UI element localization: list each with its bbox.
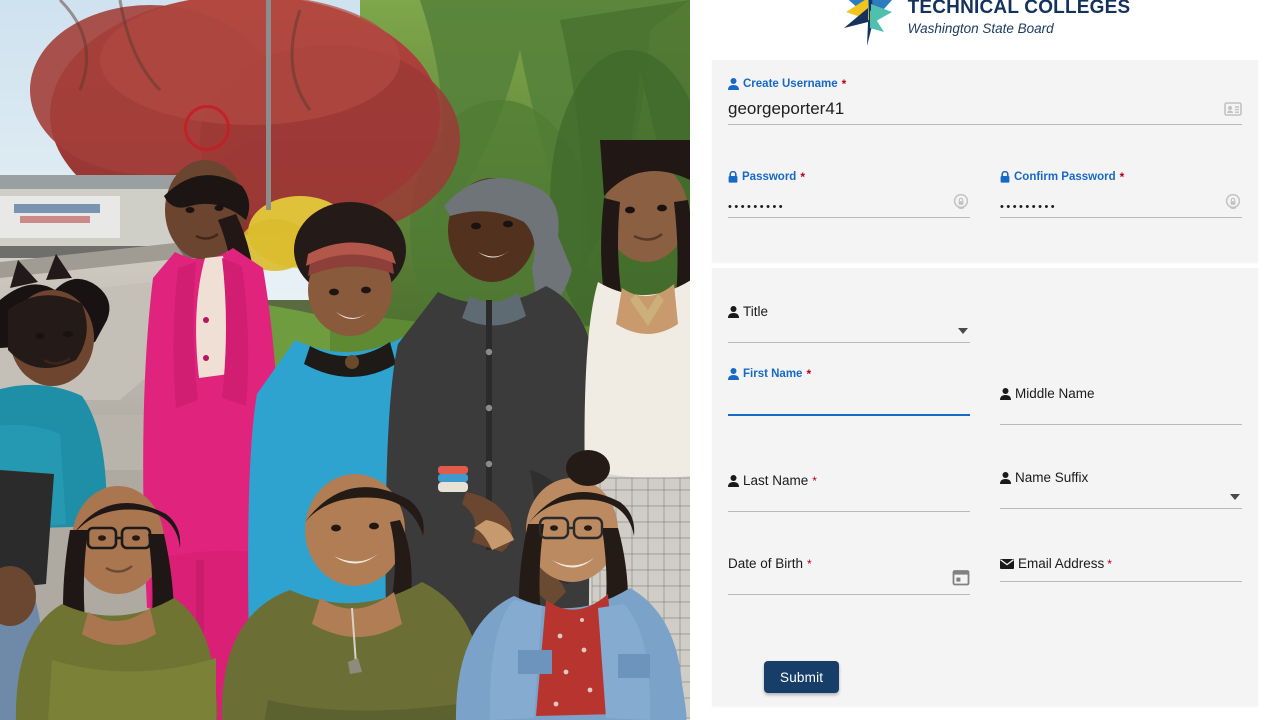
first-name-underline-focused — [728, 414, 970, 416]
person-icon — [728, 305, 739, 318]
date-of-birth-field[interactable]: Date of Birth * — [728, 548, 970, 604]
email-address-label-text: Email Address — [1018, 556, 1105, 571]
required-asterisk: * — [1107, 556, 1112, 571]
last-name-label-text: Last Name — [743, 473, 809, 488]
date-of-birth-label: Date of Birth * — [728, 556, 812, 571]
email-address-underline — [1000, 581, 1242, 582]
lock-icon — [728, 171, 738, 183]
person-icon — [728, 368, 739, 380]
middle-name-field[interactable]: Middle Name — [1000, 378, 1242, 434]
lock-icon — [1000, 171, 1010, 183]
name-suffix-label: Name Suffix — [1000, 470, 1092, 485]
chevron-down-icon[interactable] — [958, 328, 968, 334]
calendar-icon[interactable] — [952, 568, 970, 586]
envelope-icon — [1000, 558, 1014, 569]
create-username-input[interactable] — [728, 99, 1242, 122]
required-asterisk: * — [812, 473, 817, 488]
confirm-password-label-text: Confirm Password — [1014, 171, 1116, 183]
create-username-label-text: Create Username — [743, 78, 838, 90]
last-name-underline — [728, 511, 970, 512]
title-label: Title — [728, 304, 772, 319]
confirm-password-field[interactable]: Confirm Password * ••••••••• — [1000, 171, 1242, 227]
email-address-field[interactable]: Email Address * — [1000, 548, 1242, 604]
required-asterisk: * — [841, 77, 847, 91]
title-label-text: Title — [743, 304, 769, 319]
confirm-password-label: Confirm Password * — [1000, 171, 1124, 183]
registration-form-panel: TECHNICAL COLLEGES Washington State Boar… — [690, 0, 1280, 720]
hero-photo — [0, 0, 690, 720]
brand-subtitle: Washington State Board — [907, 21, 1054, 36]
cursor-highlight-marker — [184, 105, 230, 151]
password-underline — [728, 217, 970, 218]
person-icon — [1000, 471, 1011, 484]
required-asterisk: * — [1119, 170, 1125, 184]
confirm-password-masked-value: ••••••••• — [1000, 201, 1058, 213]
first-name-field[interactable]: First Name * — [728, 368, 970, 424]
password-field[interactable]: Password * ••••••••• — [728, 171, 970, 227]
middle-name-underline — [1000, 424, 1242, 425]
first-name-input[interactable] — [728, 394, 970, 414]
person-icon — [728, 474, 739, 487]
starburst-logo-icon — [843, 0, 892, 46]
name-suffix-underline — [1000, 508, 1242, 509]
students-photo-illustration — [0, 0, 690, 720]
password-label-text: Password — [742, 171, 797, 183]
create-username-field[interactable]: Create Username * — [728, 78, 1242, 134]
password-visibility-icon[interactable] — [952, 193, 970, 211]
title-underline — [728, 342, 970, 343]
required-asterisk: * — [807, 556, 812, 571]
person-icon — [1000, 387, 1011, 400]
brand-header: TECHNICAL COLLEGES Washington State Boar… — [690, 0, 1280, 52]
name-suffix-label-text: Name Suffix — [1015, 470, 1089, 485]
date-of-birth-label-text: Date of Birth — [728, 556, 804, 571]
brand-title: TECHNICAL COLLEGES — [907, 0, 1131, 18]
first-name-label-text: First Name — [743, 368, 803, 380]
email-address-label: Email Address * — [1000, 556, 1112, 571]
required-asterisk: * — [806, 367, 812, 381]
password-masked-value: ••••••••• — [728, 201, 786, 213]
person-icon — [728, 78, 739, 90]
password-visibility-icon[interactable] — [1224, 193, 1242, 211]
create-username-label: Create Username * — [728, 78, 846, 90]
chevron-down-icon[interactable] — [1230, 494, 1240, 500]
middle-name-label-text: Middle Name — [1015, 386, 1095, 401]
password-label: Password * — [728, 171, 805, 183]
required-asterisk: * — [800, 170, 805, 184]
last-name-label: Last Name * — [728, 473, 817, 488]
name-suffix-field[interactable]: Name Suffix — [1000, 462, 1242, 518]
registration-screen: TECHNICAL COLLEGES Washington State Boar… — [0, 0, 1280, 720]
account-credentials-card: Create Username * georgeporter41 Passwor… — [712, 60, 1258, 262]
title-field[interactable]: Title — [728, 296, 970, 352]
confirm-password-underline — [1000, 217, 1242, 218]
personal-details-card: Title First Name * Middle Name Last Name… — [712, 268, 1258, 706]
date-of-birth-underline — [728, 594, 970, 595]
id-card-icon[interactable] — [1224, 100, 1242, 118]
create-username-underline — [728, 124, 1242, 125]
submit-button[interactable]: Submit — [764, 661, 840, 693]
last-name-field[interactable]: Last Name * — [728, 465, 970, 521]
middle-name-label: Middle Name — [1000, 386, 1099, 401]
first-name-label: First Name * — [728, 368, 811, 380]
